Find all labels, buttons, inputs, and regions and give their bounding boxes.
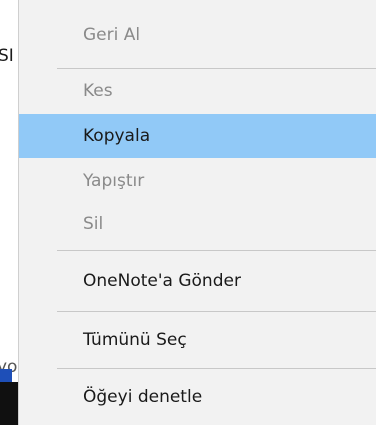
menu-item-label: Tümünü Seç — [83, 330, 187, 350]
context-menu: Geri Al Kes Kopyala Yapıştır Sil OneNote… — [18, 0, 376, 425]
menu-item-label: OneNote'a Gönder — [83, 271, 241, 291]
menu-item-undo[interactable]: Geri Al — [19, 13, 376, 57]
menu-item-cut[interactable]: Kes — [19, 69, 376, 113]
menu-item-paste[interactable]: Yapıştır — [19, 159, 376, 203]
menu-item-label: Kopyala — [83, 126, 151, 146]
menu-separator — [57, 311, 376, 312]
menu-item-send-to-onenote[interactable]: OneNote'a Gönder — [19, 259, 376, 303]
menu-separator — [57, 250, 376, 251]
background-text-fragment: SI — [0, 46, 14, 66]
menu-item-label: Sil — [83, 214, 104, 234]
background-taskbar-fragment — [0, 369, 12, 383]
menu-item-inspect-element[interactable]: Öğeyi denetle — [19, 375, 376, 419]
menu-item-copy[interactable]: Kopyala — [19, 114, 376, 158]
background-window: SI yo — [0, 0, 20, 425]
menu-separator — [57, 368, 376, 369]
menu-item-delete[interactable]: Sil — [19, 202, 376, 246]
background-dark-fragment — [0, 382, 20, 425]
menu-item-label: Kes — [83, 81, 113, 101]
menu-item-label: Öğeyi denetle — [83, 387, 203, 407]
screen: SI yo Geri Al Kes Kopyala Yapıştır Sil O… — [0, 0, 376, 425]
menu-item-select-all[interactable]: Tümünü Seç — [19, 318, 376, 362]
menu-item-label: Yapıştır — [83, 171, 145, 191]
menu-item-label: Geri Al — [83, 25, 141, 45]
